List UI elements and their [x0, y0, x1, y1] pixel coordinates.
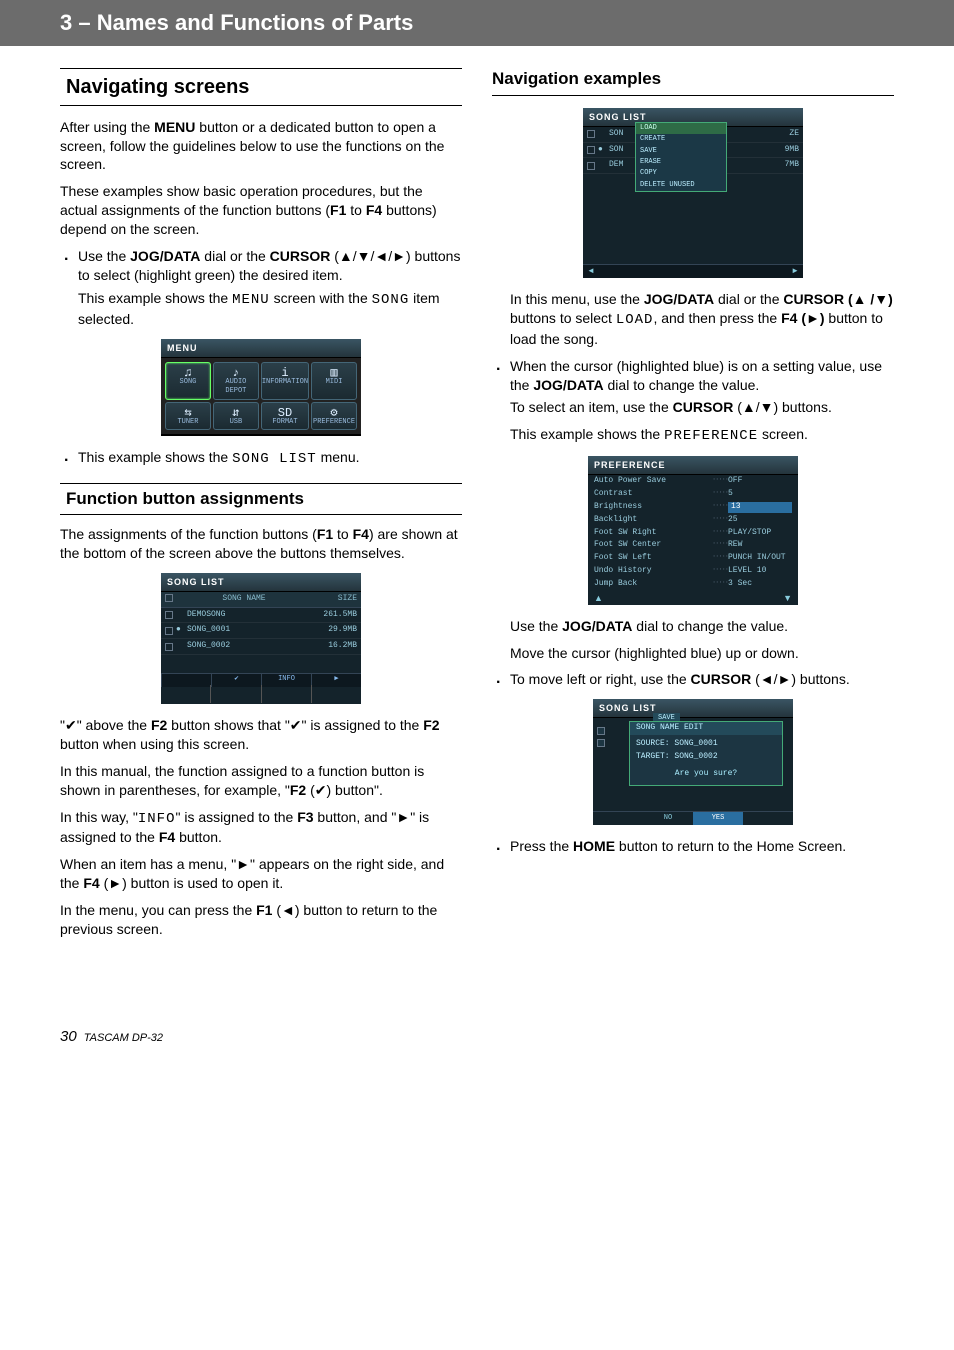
pref-row: Jump Back·····3 Sec — [588, 578, 798, 591]
menu-screenshot: MENU ♫SONG♪AUDIO DEPOTiINFORMATION▥MIDI ⇆… — [161, 339, 361, 436]
table-row: DEMOSONG261.5MB — [161, 608, 361, 624]
page-footer: 30 TASCAM DP-32 — [60, 1027, 894, 1047]
paragraph: Use the JOG/DATA dial to change the valu… — [492, 617, 894, 636]
arrow-right-icon: ► — [791, 266, 799, 277]
arrow-up-icon: ▲ — [594, 592, 603, 604]
list-item: When the cursor (highlighted blue) is on… — [492, 357, 894, 447]
paragraph: In the menu, you can press the F1 (◄) bu… — [60, 901, 462, 939]
popup-item: LOAD — [636, 123, 726, 134]
paragraph: This example shows the MENU screen with … — [78, 289, 462, 329]
menu-cell: iINFORMATION — [261, 362, 309, 400]
popup-item: DELETE UNUSED — [636, 180, 726, 191]
section-function-buttons: Function button assignments — [60, 483, 462, 515]
screenshot-title: SONG LIST — [161, 573, 361, 592]
screenshot-title: SONG LIST — [593, 699, 793, 718]
menu-cell: ▥MIDI — [311, 362, 357, 400]
dialog-button — [743, 811, 793, 825]
paragraph: The assignments of the function buttons … — [60, 525, 462, 563]
paragraph: These examples show basic operation proc… — [60, 182, 462, 239]
menu-cell: ♪AUDIO DEPOT — [213, 362, 259, 400]
paragraph: In this way, "INFO" is assigned to the F… — [60, 808, 462, 848]
menu-cell: ⇆TUNER — [165, 402, 211, 430]
section-navigation-examples: Navigation examples — [492, 68, 894, 96]
content: Navigating screens After using the MENU … — [0, 46, 954, 987]
pref-row: Backlight·····25 — [588, 514, 798, 527]
dialog-button: YES — [693, 811, 743, 825]
pref-row: Auto Power Save·····OFF — [588, 475, 798, 488]
arrow-down-icon: ▼ — [783, 592, 792, 604]
dialog-button: NO — [643, 811, 693, 825]
right-column: Navigation examples SONG LIST SONZE●SON9… — [492, 68, 894, 947]
chapter-title: 3 – Names and Functions of Parts — [60, 10, 413, 35]
pref-row: Foot SW Center·····REW — [588, 539, 798, 552]
pref-row: Foot SW Left·····PUNCH IN/OUT — [588, 552, 798, 565]
left-column: Navigating screens After using the MENU … — [60, 68, 462, 947]
pref-row: Brightness·····13 — [588, 501, 798, 514]
menu-cell: SDFORMAT — [261, 402, 309, 430]
menu-cell: ♫SONG — [165, 362, 211, 400]
popup-item: ERASE — [636, 157, 726, 168]
list-item: Press the HOME button to return to the H… — [492, 837, 894, 856]
popup-item: COPY — [636, 168, 726, 179]
songlist-popup-screenshot: SONG LIST SONZE●SON9MBDEM7MB LOADCREATES… — [583, 108, 803, 278]
product-name: TASCAM DP-32 — [84, 1032, 163, 1044]
popup-item: SAVE — [636, 146, 726, 157]
paragraph: To select an item, use the CURSOR (▲/▼) … — [510, 398, 894, 417]
list-item: Use the JOG/DATA dial or the CURSOR (▲/▼… — [60, 247, 462, 329]
paragraph: Move the cursor (highlighted blue) up or… — [492, 644, 894, 663]
list-item: This example shows the SONG LIST menu. — [60, 448, 462, 469]
menu-cell: ⇵USB — [213, 402, 259, 430]
pref-row: Contrast·····5 — [588, 488, 798, 501]
screenshot-title: MENU — [161, 339, 361, 358]
pref-row: Foot SW Right·····PLAY/STOP — [588, 527, 798, 540]
menu-cell: ⚙PREFERENCE — [311, 402, 357, 430]
songlist-screenshot: SONG LIST SONG NAME SIZE DEMOSONG261.5MB… — [161, 573, 361, 704]
screenshot-title: PREFERENCE — [588, 456, 798, 475]
paragraph: When an item has a menu, "►" appears on … — [60, 855, 462, 893]
popup-item: CREATE — [636, 134, 726, 145]
page-number: 30 — [60, 1028, 77, 1045]
list-item: To move left or right, use the CURSOR (◄… — [492, 670, 894, 689]
paragraph: In this menu, use the JOG/DATA dial or t… — [492, 290, 894, 349]
dialog-screenshot: SONG LIST SAVE SONG NAME EDIT SOURCE: SO… — [593, 699, 793, 825]
paragraph: In this manual, the function assigned to… — [60, 762, 462, 800]
arrow-left-icon: ◄ — [587, 266, 595, 277]
pref-row: Undo History·····LEVEL 10 — [588, 565, 798, 578]
paragraph: After using the MENU button or a dedicat… — [60, 118, 462, 175]
paragraph: "✔" above the F2 button shows that "✔" i… — [60, 716, 462, 754]
preference-screenshot: PREFERENCE Auto Power Save·····OFFContra… — [588, 456, 798, 604]
table-row: SONG_000216.2MB — [161, 639, 361, 655]
section-navigating: Navigating screens — [60, 68, 462, 106]
table-row: ●SONG_000129.9MB — [161, 623, 361, 639]
chapter-header: 3 – Names and Functions of Parts — [0, 0, 954, 46]
dialog-button — [593, 811, 643, 825]
paragraph: This example shows the PREFERENCE screen… — [510, 425, 894, 446]
